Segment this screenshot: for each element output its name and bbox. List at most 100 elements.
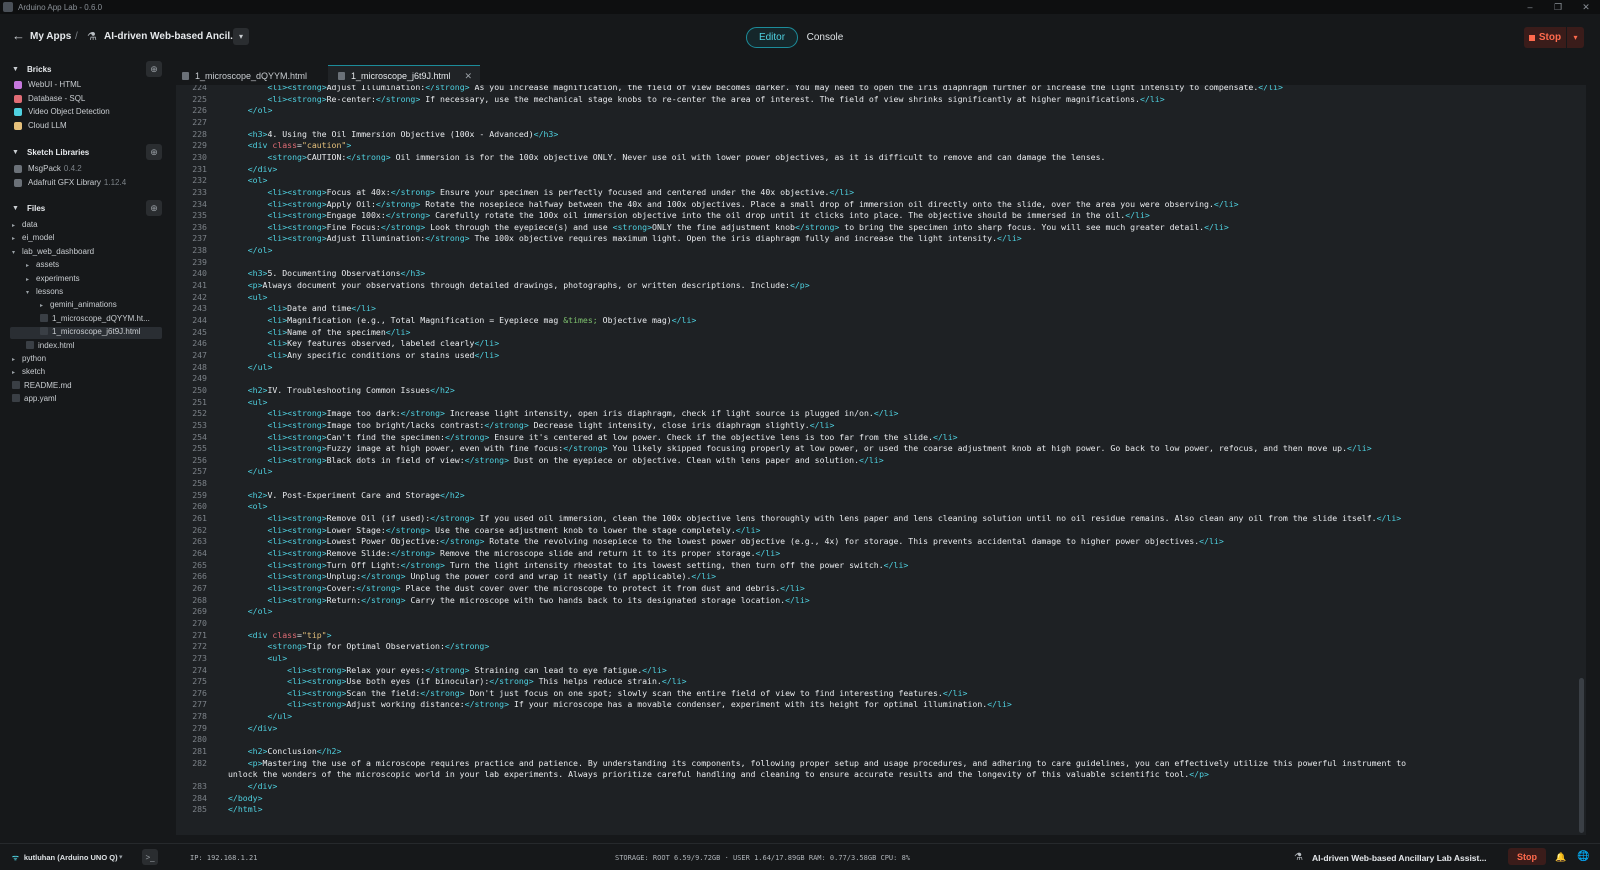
code-line[interactable]: </ol> — [228, 105, 273, 117]
minimize-icon[interactable]: – — [1516, 0, 1544, 14]
back-arrow-icon[interactable]: ← — [12, 29, 25, 42]
file-tree-item[interactable]: app.yaml — [12, 394, 56, 407]
code-line[interactable]: <li><strong>Turn Off Light:</strong> Tur… — [228, 560, 908, 572]
code-line[interactable]: </body> — [228, 793, 263, 805]
library-item[interactable]: MsgPack 0.4.2 — [0, 163, 170, 176]
add-library-button[interactable]: ⊕ — [146, 144, 162, 160]
code-line[interactable]: <li><strong>Engage 100x:</strong> Carefu… — [228, 210, 1149, 222]
code-line[interactable]: </div> — [228, 723, 278, 735]
file-tree-item[interactable]: 1_microscope_dQYYM.ht... — [40, 313, 150, 327]
bell-icon[interactable]: 🔔 — [1555, 852, 1566, 863]
file-tree-item[interactable]: 1_microscope_j6t9J.html — [40, 327, 140, 340]
brick-item[interactable]: Cloud LLM — [0, 120, 170, 133]
code-line[interactable]: </div> — [228, 781, 278, 793]
file-tree-item[interactable]: ▸ gemini_animations — [40, 300, 117, 313]
console-mode-button[interactable]: Console — [798, 27, 852, 48]
code-line[interactable]: <strong>CAUTION:</strong> Oil immersion … — [228, 152, 1105, 164]
terminal-button[interactable]: >_ — [142, 849, 158, 865]
code-line[interactable]: <li>Date and time</li> — [228, 303, 375, 315]
breadcrumb-my-apps[interactable]: My Apps — [30, 31, 71, 42]
file-tree-item[interactable]: ▸ sketch — [12, 367, 45, 380]
code-line[interactable]: <li><strong>Image too dark:</strong> Inc… — [228, 408, 898, 420]
code-line[interactable]: <ol> — [228, 501, 268, 513]
code-line[interactable]: <ul> — [228, 653, 287, 665]
stop-options-dropdown[interactable]: ▾ — [1567, 27, 1584, 48]
code-line[interactable]: <li><strong>Adjust Illumination:</strong… — [228, 85, 1283, 94]
code-line[interactable]: <ul> — [228, 292, 268, 304]
file-tree-item[interactable]: ▸ data — [12, 220, 38, 233]
code-line[interactable]: </ol> — [228, 245, 273, 257]
code-line[interactable]: </ul> — [228, 466, 273, 478]
code-line[interactable]: <h2>IV. Troubleshooting Common Issues</h… — [228, 385, 455, 397]
code-line[interactable]: </div> — [228, 164, 278, 176]
code-line[interactable]: <li><strong>Apply Oil:</strong> Rotate t… — [228, 199, 1238, 211]
file-tree-item[interactable]: ▾ lessons — [26, 287, 63, 300]
running-app-name[interactable]: AI-driven Web-based Ancillary Lab Assist… — [1312, 853, 1486, 863]
library-item[interactable]: Adafruit GFX Library 1.12.4 — [0, 177, 170, 190]
board-dropdown-icon[interactable]: ▾ — [119, 853, 123, 861]
code-line[interactable]: <h3>5. Documenting Observations</h3> — [228, 268, 425, 280]
bricks-section-header[interactable]: ▼ Bricks ⊕ — [0, 61, 170, 78]
globe-icon[interactable]: 🌐 — [1577, 851, 1589, 862]
stop-app-button[interactable]: Stop — [1524, 27, 1566, 48]
code-line[interactable]: <h3>4. Using the Oil Immersion Objective… — [228, 129, 559, 141]
code-line[interactable]: <li><strong>Focus at 40x:</strong> Ensur… — [228, 187, 854, 199]
file-tree-item[interactable]: ▸ python — [12, 354, 46, 367]
editor-scrollbar[interactable] — [1579, 678, 1584, 833]
code-line[interactable]: <li><strong>Remove Slide:</strong> Remov… — [228, 548, 780, 560]
code-line[interactable]: <li>Key features observed, labeled clear… — [228, 338, 499, 350]
file-tree-item[interactable]: index.html — [26, 340, 74, 354]
add-file-button[interactable]: ⊕ — [146, 200, 162, 216]
brick-item[interactable]: Video Object Detection — [0, 106, 170, 119]
code-line[interactable]: <li><strong>Fine Focus:</strong> Look th… — [228, 222, 1228, 234]
code-line[interactable]: <li>Name of the specimen</li> — [228, 327, 410, 339]
code-line[interactable]: <li><strong>Remove Oil (if used):</stron… — [228, 513, 1401, 525]
code-line[interactable]: <strong>Tip for Optimal Observation:</st… — [228, 641, 489, 653]
code-line[interactable]: <li><strong>Fuzzy image at high power, e… — [228, 443, 1371, 455]
file-tree-item[interactable]: ▸ ei_model — [12, 233, 54, 246]
code-line[interactable]: </ul> — [228, 711, 292, 723]
libraries-section-header[interactable]: ▼ Sketch Libraries ⊕ — [0, 144, 170, 161]
code-line[interactable]: <li><strong>Return:</strong> Carry the m… — [228, 595, 809, 607]
editor-mode-button[interactable]: Editor — [746, 27, 798, 48]
file-tree-item[interactable]: ▾ lab_web_dashboard — [12, 247, 94, 260]
maximize-icon[interactable]: ❐ — [1544, 0, 1572, 14]
code-line[interactable]: <li>Magnification (e.g., Total Magnifica… — [228, 315, 696, 327]
code-line[interactable]: <div class="caution"> — [228, 140, 352, 152]
code-line[interactable]: <li><strong>Unplug:</strong> Unplug the … — [228, 571, 716, 583]
code-line[interactable]: <li><strong>Lower Stage:</strong> Use th… — [228, 525, 760, 537]
code-line[interactable]: <h2>Conclusion</h2> — [228, 746, 342, 758]
code-line[interactable]: <li><strong>Black dots in field of view:… — [228, 455, 883, 467]
tab-file-2[interactable]: 1_microscope_j6t9J.html ✕ — [328, 65, 480, 86]
code-line[interactable]: <li><strong>Relax your eyes:</strong> St… — [228, 665, 667, 677]
code-line[interactable]: <ol> — [228, 175, 268, 187]
code-line[interactable]: <li><strong>Use both eyes (if binocular)… — [228, 676, 686, 688]
code-line[interactable]: unlock the wonders of the microscopic wo… — [228, 769, 1209, 781]
tab-file-1[interactable]: 1_microscope_dQYYM.html — [172, 65, 322, 86]
code-line[interactable]: <li><strong>Scan the field:</strong> Don… — [228, 688, 967, 700]
file-tree-item[interactable]: README.md — [12, 380, 72, 394]
code-line[interactable]: <h2>V. Post-Experiment Care and Storage<… — [228, 490, 465, 502]
code-line[interactable]: <li><strong>Adjust working distance:</st… — [228, 699, 1012, 711]
code-line[interactable]: <ul> — [228, 397, 268, 409]
brick-item[interactable]: WebUI - HTML — [0, 79, 170, 92]
app-dropdown-button[interactable]: ▾ — [233, 28, 249, 45]
code-editor[interactable]: 224 225 226 227 228 229 230 231 232 233 234 235 236 2… — [176, 85, 1586, 835]
code-line[interactable]: <li><strong>Can't find the specimen:</st… — [228, 432, 957, 444]
close-tab-icon[interactable]: ✕ — [464, 71, 472, 82]
close-icon[interactable]: ✕ — [1572, 0, 1600, 14]
files-section-header[interactable]: ▼ Files ⊕ — [0, 200, 170, 217]
code-line[interactable]: </ol> — [228, 606, 273, 618]
code-line[interactable]: <li>Any specific conditions or stains us… — [228, 350, 499, 362]
code-line[interactable]: <p>Always document your observations thr… — [228, 280, 810, 292]
code-line[interactable]: <li><strong>Adjust Illumination:</strong… — [228, 233, 1021, 245]
statusbar-stop-button[interactable]: Stop — [1508, 848, 1546, 865]
board-selector[interactable]: ᯤ kutluhan (Arduino UNO Q) — [12, 853, 118, 863]
code-line[interactable]: <li><strong>Cover:</strong> Place the du… — [228, 583, 804, 595]
code-line[interactable]: <p>Mastering the use of a microscope req… — [228, 758, 1406, 770]
code-line[interactable]: <li><strong>Lowest Power Objective:</str… — [228, 536, 1223, 548]
code-line[interactable]: <div class="tip"> — [228, 630, 332, 642]
code-line[interactable]: </ul> — [228, 362, 273, 374]
code-line[interactable]: <li><strong>Image too bright/lacks contr… — [228, 420, 834, 432]
code-line[interactable]: </html> — [228, 804, 263, 816]
